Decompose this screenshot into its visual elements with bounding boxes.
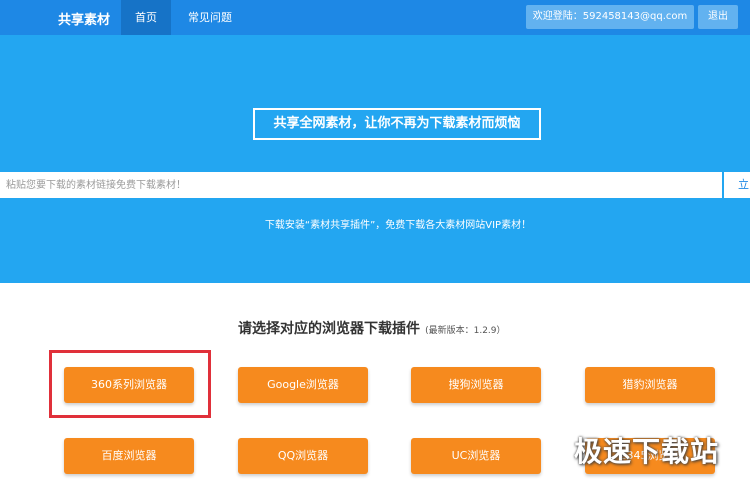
tab-faq[interactable]: 常见问题 <box>178 0 242 35</box>
slogan-box: 共享全网素材，让你不再为下载素材而烦恼 <box>253 108 541 140</box>
hero-banner: 共享全网素材，让你不再为下载素材而烦恼 立 下载安装“素材共享插件”，免费下载各… <box>0 35 750 283</box>
logout-button[interactable]: 退出 <box>698 5 738 29</box>
browser-button-qq[interactable]: QQ浏览器 <box>238 438 368 474</box>
brand-logo[interactable]: 共享素材 <box>58 9 110 28</box>
tab-home[interactable]: 首页 <box>121 0 171 35</box>
browser-button-liebao[interactable]: 猎豹浏览器 <box>585 367 715 403</box>
search-submit-button[interactable]: 立 <box>724 172 750 198</box>
search-input[interactable] <box>0 172 722 198</box>
browser-button-google[interactable]: Google浏览器 <box>238 367 368 403</box>
browser-section-title: 请选择对应的浏览器下载插件 (最新版本：1.2.9） <box>238 318 506 338</box>
browser-button-sogou[interactable]: 搜狗浏览器 <box>411 367 541 403</box>
plugin-hint-text: 下载安装“素材共享插件”，免费下载各大素材网站VIP素材！ <box>264 220 532 231</box>
browser-button-baidu[interactable]: 百度浏览器 <box>64 438 194 474</box>
top-nav: 共享素材 首页 常见问题 欢迎登陆：592458143@qq.com 退出 <box>0 0 750 35</box>
highlight-box <box>49 350 211 418</box>
user-account-button[interactable]: 欢迎登陆：592458143@qq.com <box>526 5 694 29</box>
browser-button-uc[interactable]: UC浏览器 <box>411 438 541 474</box>
watermark-logo: 极速下载站 <box>574 435 720 468</box>
version-label: (最新版本：1.2.9） <box>425 326 506 336</box>
section-heading: 请选择对应的浏览器下载插件 <box>238 321 420 337</box>
